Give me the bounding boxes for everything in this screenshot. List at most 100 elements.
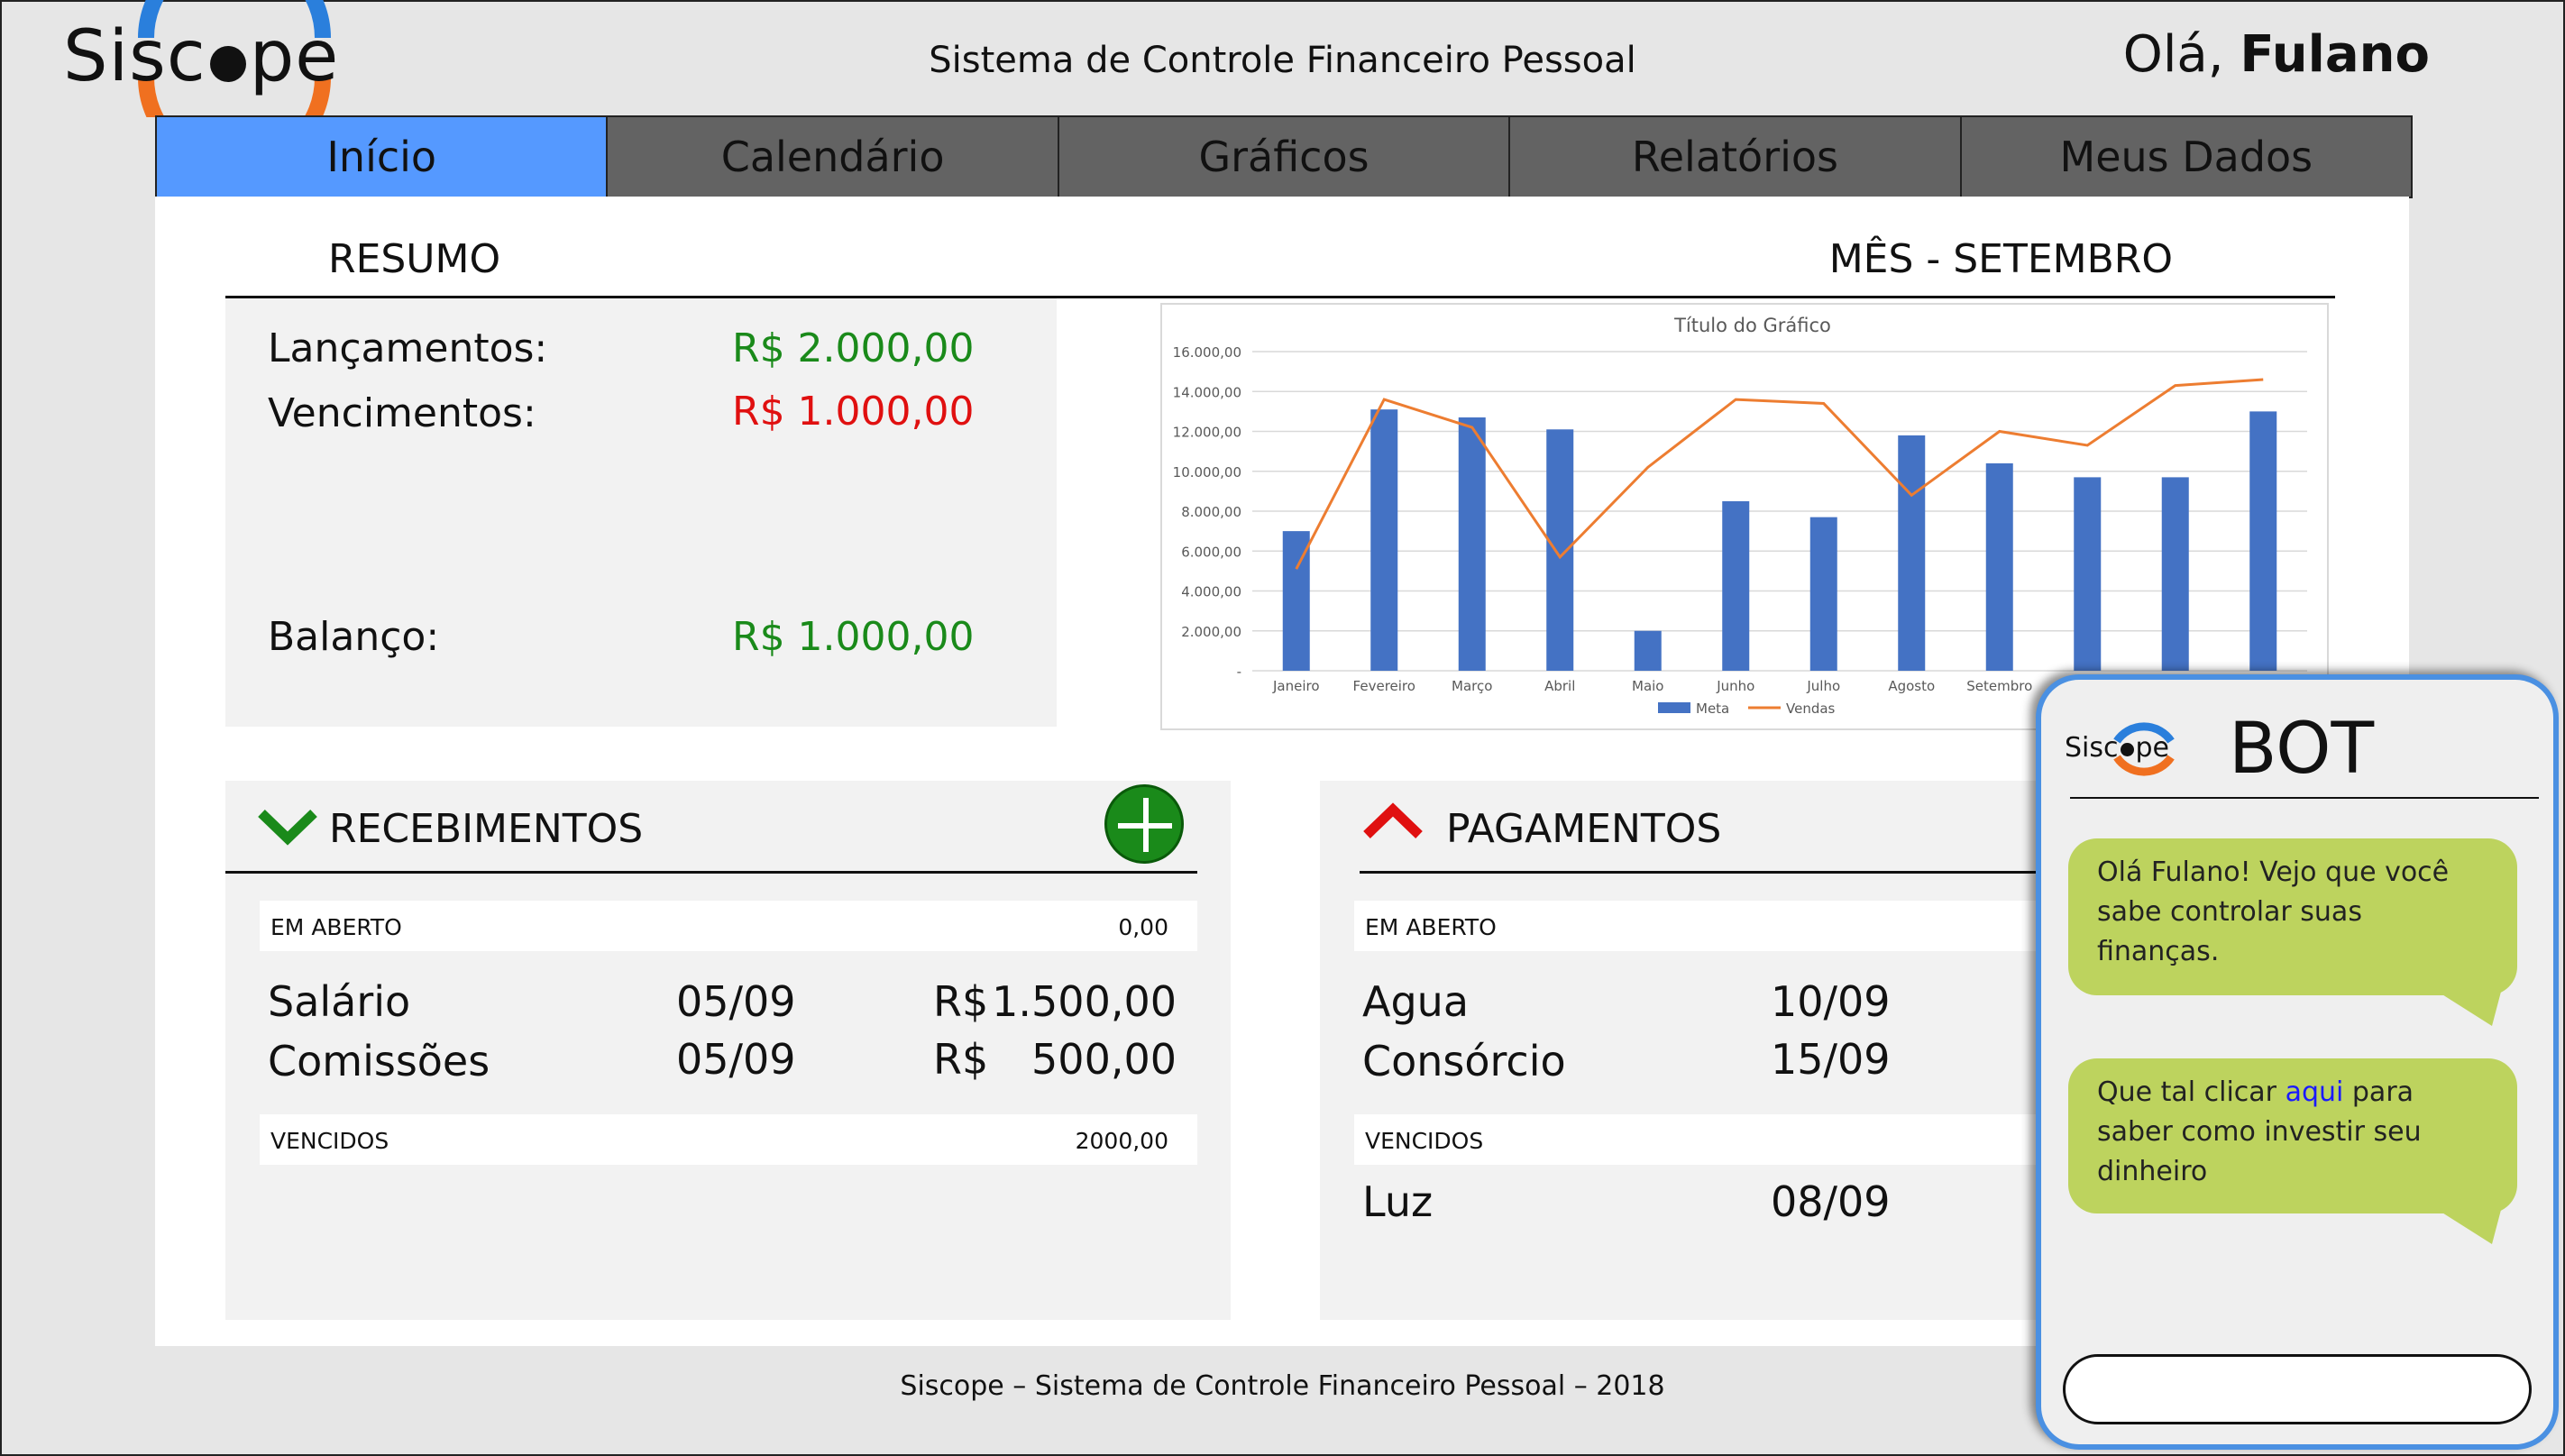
y-tick-label: 12.000,00 [1173, 425, 1241, 441]
vencidos-label: VENCIDOS [270, 1128, 389, 1154]
vencidos-bar: VENCIDOS 2000,00 [260, 1114, 1197, 1165]
y-tick-label: 8.000,00 [1181, 504, 1241, 520]
bot-message-text: Olá Fulano! Vejo que você sabe controlar… [2097, 856, 2450, 967]
item-name: Comissões [268, 1037, 490, 1085]
item-amount: 500,00 [1031, 1035, 1177, 1084]
logo-dot-icon [2120, 743, 2134, 756]
bot-divider [2070, 797, 2539, 799]
chart-bar [2074, 477, 2102, 671]
item-date: 08/09 [1771, 1177, 1891, 1226]
em-aberto-bar: EM ABERTO 0,00 [260, 901, 1197, 951]
summary-chart[interactable]: Título do Gráfico - 2.000,00 4.000,00 6.000,… [1160, 303, 2329, 730]
x-tick-label: Setembro [1966, 678, 2032, 694]
month-label: MÊS - SETEMBRO [1828, 236, 2173, 282]
x-tick-label: Março [1452, 678, 1492, 694]
y-tick-label: 4.000,00 [1181, 584, 1241, 600]
user-name: Fulano [2240, 25, 2430, 84]
chevron-up-icon [1363, 802, 1423, 838]
chart-bar [1634, 630, 1662, 671]
chart-bar [2161, 477, 2189, 671]
item-date: 05/09 [676, 977, 796, 1026]
chart-bar [1458, 417, 1486, 671]
em-aberto-label: EM ABERTO [270, 914, 402, 940]
summary-heading: RESUMO [328, 236, 501, 282]
y-tick-label: 16.000,00 [1173, 344, 1241, 361]
chat-input[interactable] [2063, 1354, 2532, 1424]
chatbot-panel: Sisc pe BOT Olá Fulano! Vejo que você sab… [2036, 674, 2559, 1450]
y-tick-label: - [1237, 664, 1241, 680]
vencidos-total: 2000,00 [1075, 1128, 1168, 1154]
vencimentos-value: R$ 1.000,00 [732, 389, 975, 435]
bot-logo-text: Sisc pe [2065, 732, 2169, 764]
add-recebimento-button[interactable] [1104, 784, 1184, 864]
x-tick-label: Maio [1632, 678, 1663, 694]
item-currency: R$ [933, 1035, 989, 1084]
y-tick-label: 14.000,00 [1173, 384, 1241, 400]
tab-inicio[interactable]: Início [157, 117, 607, 197]
bot-message-bubble: Olá Fulano! Vejo que você sabe controlar… [2068, 838, 2517, 995]
em-aberto-label: EM ABERTO [1365, 914, 1497, 940]
x-tick-label: Julho [1806, 678, 1840, 694]
chart-bar [1809, 517, 1837, 671]
legend-label-meta: Meta [1696, 701, 1729, 717]
legend-swatch-meta [1658, 702, 1690, 713]
lancamentos-value: R$ 2.000,00 [732, 325, 975, 371]
item-date: 15/09 [1771, 1035, 1891, 1084]
bot-message-text: Que tal clicar [2097, 1076, 2277, 1108]
bot-logo-text-start: Sisc [2065, 732, 2119, 764]
tab-calendario[interactable]: Calendário [606, 117, 1058, 197]
bubble-tail-icon [2438, 1210, 2501, 1244]
bot-message-bubble: Que tal clicar aqui para saber como inve… [2068, 1058, 2517, 1213]
recebimentos-title: RECEBIMENTOS [329, 806, 644, 852]
tab-relatorios[interactable]: Relatórios [1508, 117, 1960, 197]
bot-title: BOT [2229, 709, 2375, 790]
legend-label-vendas: Vendas [1786, 701, 1836, 717]
item-name: Agua [1362, 977, 1470, 1026]
item-date: 10/09 [1771, 977, 1891, 1026]
balanco-value: R$ 1.000,00 [732, 614, 975, 660]
summary-header: RESUMO MÊS - SETEMBRO [225, 216, 2335, 298]
item-currency: R$ [933, 977, 989, 1026]
summary-box: Lançamentos: R$ 2.000,00 Vencimentos: R$… [225, 298, 1057, 727]
chart-bar [2249, 411, 2277, 671]
vencimentos-label: Vencimentos: [268, 390, 536, 436]
greeting-prefix: Olá, [2122, 25, 2224, 84]
invest-link[interactable]: aqui [2286, 1076, 2344, 1108]
item-name: Luz [1362, 1177, 1434, 1226]
pagamentos-title: PAGAMENTOS [1446, 806, 1722, 852]
main-nav: Início Calendário Gráficos Relatórios Me… [155, 115, 2413, 198]
x-tick-label: Fevereiro [1353, 678, 1415, 694]
item-amount: 1.500,00 [992, 977, 1177, 1026]
card-divider [225, 871, 1197, 874]
user-greeting[interactable]: Olá, Fulano [2123, 25, 2430, 84]
chart-bar [1370, 409, 1398, 671]
balanco-label: Balanço: [268, 614, 440, 660]
chart-title: Título do Gráfico [1673, 315, 1831, 336]
lancamentos-label: Lançamentos: [268, 325, 548, 371]
tab-graficos[interactable]: Gráficos [1057, 117, 1509, 197]
chart-bar [1546, 429, 1574, 671]
y-tick-label: 10.000,00 [1173, 464, 1241, 481]
x-tick-label: Janeiro [1272, 678, 1320, 694]
chart-line-vendas [1295, 378, 2264, 570]
chart-bar [1898, 435, 1926, 671]
x-tick-label: Junho [1716, 678, 1754, 694]
x-tick-label: Agosto [1888, 678, 1935, 694]
bubble-tail-icon [2438, 992, 2501, 1026]
chart-bar [1985, 462, 2013, 671]
x-tick-label: Abril [1544, 678, 1575, 694]
bot-logo-text-end: pe [2135, 732, 2170, 764]
chart-svg: Título do Gráfico - 2.000,00 4.000,00 6.000,… [1173, 315, 2307, 717]
item-date: 05/09 [676, 1035, 796, 1084]
bot-logo: Sisc pe [2065, 707, 2200, 788]
y-tick-label: 6.000,00 [1181, 544, 1241, 560]
item-name: Salário [268, 977, 411, 1026]
vencidos-label: VENCIDOS [1365, 1128, 1484, 1154]
chart-bar [1722, 500, 1750, 671]
chevron-down-icon [258, 810, 317, 846]
item-name: Consórcio [1362, 1037, 1566, 1085]
recebimentos-card: RECEBIMENTOS EM ABERTO 0,00 Salário 05/0… [225, 781, 1231, 1320]
y-tick-label: 2.000,00 [1181, 624, 1241, 640]
tab-meus-dados[interactable]: Meus Dados [1959, 117, 2412, 197]
em-aberto-total: 0,00 [1118, 914, 1168, 940]
